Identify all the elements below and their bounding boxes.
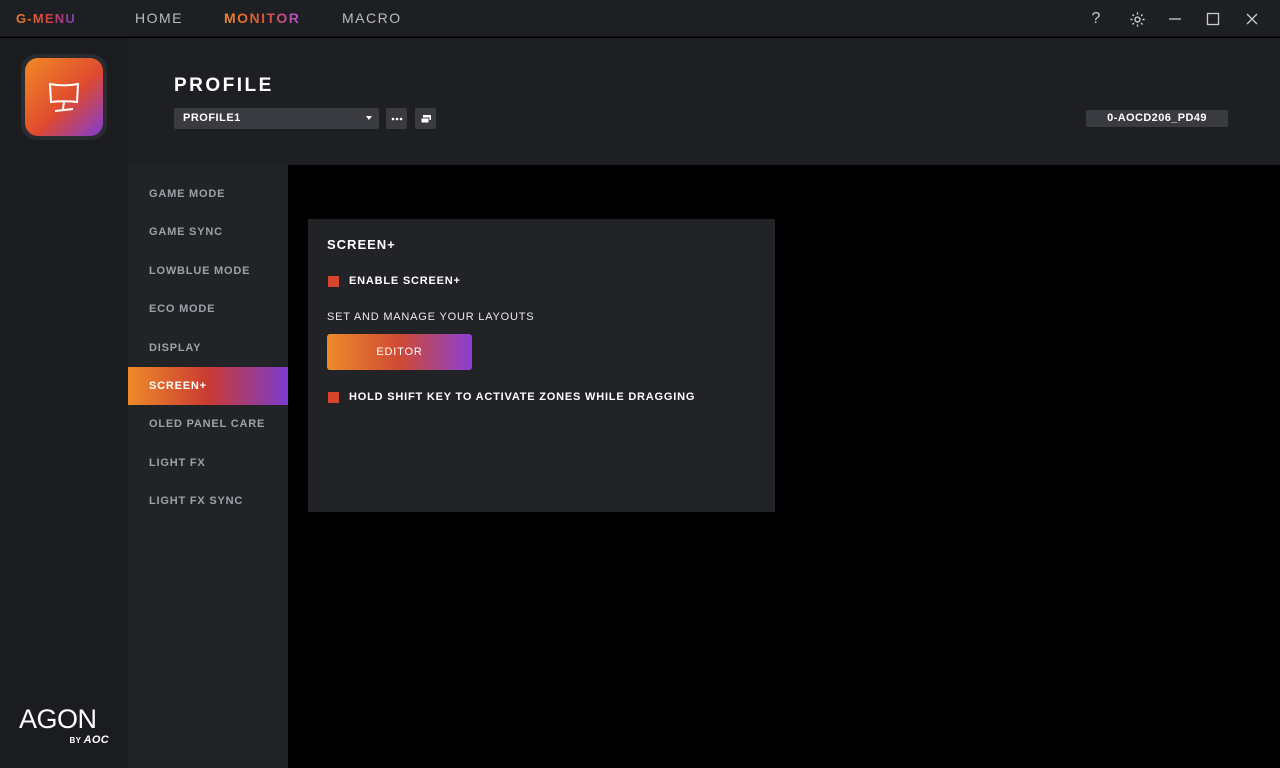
title-bar: G-MENU HOME MONITOR MACRO ? — [0, 0, 1280, 37]
monitor-icon[interactable] — [25, 58, 103, 136]
more-options-button[interactable] — [386, 108, 407, 129]
submenu-item-game-sync[interactable]: GAME SYNC — [128, 213, 288, 251]
help-icon[interactable]: ? — [1085, 8, 1107, 30]
tab-home[interactable]: HOME — [135, 10, 183, 26]
page-title: PROFILE — [174, 75, 274, 96]
submenu-item-light-fx[interactable]: LIGHT FX — [128, 444, 288, 482]
card-title: SCREEN+ — [327, 237, 396, 252]
layouts-section-label: SET AND MANAGE YOUR LAYOUTS — [327, 311, 535, 323]
submenu-item-light-fx-sync[interactable]: LIGHT FX SYNC — [128, 482, 288, 520]
chevron-down-icon — [366, 116, 372, 120]
submenu-item-eco-mode[interactable]: ECO MODE — [128, 290, 288, 328]
submenu-item-lowblue-mode[interactable]: LOWBLUE MODE — [128, 252, 288, 290]
agon-by-aoc: BY AOC — [69, 734, 109, 746]
aoc-logo-text: AOC — [83, 734, 109, 746]
app-brand: G-MENU — [16, 11, 76, 26]
agon-logo-text: AGON — [19, 704, 97, 734]
enable-screen-plus-checkbox[interactable] — [328, 275, 339, 287]
profile-dropdown[interactable]: PROFILE1 — [174, 108, 379, 129]
editor-button[interactable]: EDITOR — [327, 334, 472, 370]
maximize-icon[interactable] — [1202, 8, 1224, 30]
tab-monitor[interactable]: MONITOR — [224, 10, 300, 26]
app-icon-frame — [21, 54, 107, 140]
hold-shift-row[interactable]: HOLD SHIFT KEY TO ACTIVATE ZONES WHILE D… — [328, 391, 695, 403]
minimize-icon[interactable] — [1164, 8, 1186, 30]
profile-header: PROFILE PROFILE1 0-AOCD206_PD49 — [128, 38, 1280, 165]
enable-screen-plus-label: ENABLE SCREEN+ — [349, 275, 461, 287]
agon-logo: AGON BY AOC — [19, 704, 111, 747]
close-icon[interactable] — [1241, 8, 1263, 30]
profile-dropdown-value: PROFILE1 — [183, 112, 241, 124]
screen-plus-card: SCREEN+ ENABLE SCREEN+ SET AND MANAGE YO… — [308, 219, 775, 512]
enable-screen-plus-row[interactable]: ENABLE SCREEN+ — [328, 275, 461, 287]
submenu-item-display[interactable]: DISPLAY — [128, 329, 288, 367]
profile-copy-button[interactable] — [415, 108, 436, 129]
tab-macro[interactable]: MACRO — [342, 10, 402, 26]
submenu-item-game-mode[interactable]: GAME MODE — [128, 175, 288, 213]
layers-icon — [420, 114, 431, 123]
submenu-item-oled-panel-care[interactable]: OLED PANEL CARE — [128, 405, 288, 443]
ellipsis-icon — [391, 117, 402, 120]
gear-icon[interactable] — [1126, 8, 1148, 30]
hold-shift-label: HOLD SHIFT KEY TO ACTIVATE ZONES WHILE D… — [349, 391, 696, 403]
monitor-submenu: GAME MODE GAME SYNC LOWBLUE MODE ECO MOD… — [128, 165, 288, 768]
left-rail: AGON BY AOC — [0, 38, 128, 768]
hold-shift-checkbox[interactable] — [328, 391, 339, 403]
submenu-item-screen-plus[interactable]: SCREEN+ — [128, 367, 288, 405]
device-id-badge: 0-AOCD206_PD49 — [1086, 110, 1228, 127]
